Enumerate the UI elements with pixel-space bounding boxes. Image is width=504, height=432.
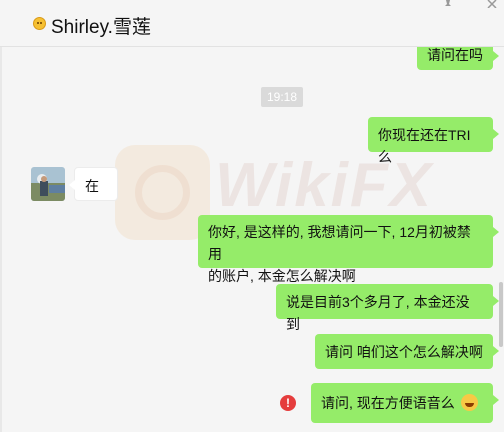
message-text: 请问, 现在方便语音么 bbox=[321, 395, 455, 411]
message-text: 在 bbox=[85, 178, 99, 194]
watermark-text: WikiFX bbox=[215, 151, 434, 220]
message-text-line-1: 你好, 是这样的, 我想请问一下, 12月初被禁用 bbox=[208, 224, 471, 262]
send-failed-icon[interactable]: ! bbox=[280, 395, 296, 411]
message-text: 说是目前3个多月了, 本金还没到 bbox=[286, 294, 470, 332]
watermark-logo-icon bbox=[115, 145, 210, 240]
message-bubble-6[interactable]: 请问 咱们这个怎么解决啊 bbox=[315, 334, 499, 369]
message-text: 你现在还在TRI么 bbox=[378, 127, 471, 165]
scrollbar-thumb[interactable] bbox=[499, 282, 503, 347]
timestamp-divider: 19:18 bbox=[261, 87, 304, 107]
chat-message-area[interactable]: WikiFX 请问在吗 19:18 你现在还在TRI么 在 你好, 是这样的, … bbox=[0, 39, 504, 432]
pin-icon[interactable] bbox=[443, 0, 453, 8]
message-text: 请问在吗 bbox=[427, 47, 483, 63]
smile-emoji-icon bbox=[33, 17, 46, 30]
close-icon[interactable] bbox=[487, 0, 497, 8]
chat-title[interactable]: Shirley.雪莲 bbox=[51, 12, 151, 39]
message-bubble-3[interactable]: 在 bbox=[69, 167, 118, 201]
message-bubble-7[interactable]: 请问, 现在方便语音么 bbox=[311, 383, 499, 423]
contact-avatar[interactable] bbox=[31, 167, 65, 201]
laughing-emoji-icon bbox=[460, 394, 478, 411]
chat-header: Shirley.雪莲 bbox=[0, 0, 504, 47]
message-bubble-4[interactable]: 你好, 是这样的, 我想请问一下, 12月初被禁用 的账户, 本金怎么解决啊 bbox=[198, 215, 499, 284]
window-edge bbox=[0, 47, 2, 432]
message-text: 请问 咱们这个怎么解决啊 bbox=[325, 344, 483, 360]
message-bubble-2[interactable]: 你现在还在TRI么 bbox=[368, 117, 499, 165]
message-bubble-5[interactable]: 说是目前3个多月了, 本金还没到 bbox=[276, 284, 499, 332]
